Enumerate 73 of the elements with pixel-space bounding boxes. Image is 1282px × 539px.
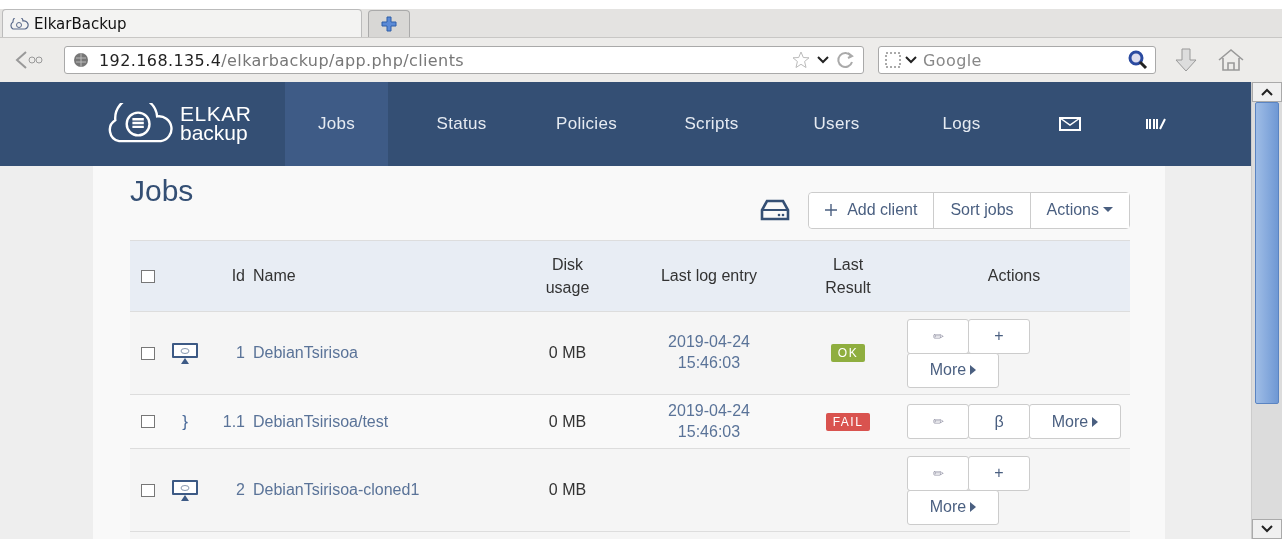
- column-header: Actions: [987, 267, 1041, 285]
- browser-tab[interactable]: ElkarBackup: [2, 9, 362, 37]
- checkbox[interactable]: [140, 269, 155, 283]
- monitor-icon: [171, 479, 199, 501]
- nav-tab[interactable]: Logs: [910, 82, 1013, 166]
- monitor-icon: [171, 342, 199, 364]
- action-button[interactable]: +: [968, 455, 1030, 491]
- id-cell: 1: [236, 344, 245, 362]
- checkbox[interactable]: [140, 346, 155, 360]
- scroll-down-button[interactable]: [1252, 519, 1282, 539]
- column-header: Name: [253, 267, 296, 285]
- caret-icon: [970, 365, 977, 375]
- search-icon[interactable]: [1128, 50, 1148, 70]
- nav-tab[interactable]: Scripts: [660, 82, 763, 166]
- new-tab-button[interactable]: [368, 10, 410, 37]
- caret-icon: [1092, 416, 1099, 427]
- nav-tab[interactable]: Users: [785, 82, 888, 166]
- client-name-link[interactable]: DebianTsirisoa-cloned1: [253, 481, 420, 499]
- status-badge: FAIL: [825, 412, 871, 431]
- toolbar-button[interactable]: Actions: [1029, 192, 1129, 228]
- action-button[interactable]: +: [968, 318, 1030, 354]
- bars-icon: [1145, 117, 1167, 131]
- disk-usage-cell: 0 MB: [548, 481, 587, 499]
- star-icon[interactable]: [791, 50, 811, 70]
- client-name-link[interactable]: DebianTsirisoa/test: [253, 412, 389, 431]
- status-badge: OK: [830, 344, 866, 362]
- dropdown-icon[interactable]: [905, 56, 917, 64]
- reload-icon[interactable]: [835, 50, 855, 70]
- column-header: Disk usage: [544, 254, 591, 298]
- disk-usage-cell: 0 MB: [548, 344, 587, 362]
- scrollbar[interactable]: [1251, 82, 1282, 539]
- page-title: Jobs: [130, 174, 194, 209]
- action-button[interactable]: More: [907, 489, 999, 525]
- globe-icon: [73, 52, 89, 68]
- drive-icon: [760, 199, 791, 221]
- id-cell: 1.1: [222, 412, 245, 431]
- address-field[interactable]: 192.168.135.4/elkarbackup/app.php/clients: [64, 46, 864, 74]
- column-header: Last Result: [824, 254, 872, 298]
- client-name-link[interactable]: DebianTsirisoa: [253, 344, 358, 362]
- back-icon[interactable]: [14, 50, 44, 70]
- plus-icon: [825, 204, 838, 216]
- logo-text: backup: [180, 124, 249, 143]
- plus-icon: [381, 16, 397, 32]
- checkbox[interactable]: [140, 483, 155, 497]
- id-cell: 2: [236, 481, 245, 499]
- log-date: 2019-04-24: [668, 400, 750, 421]
- column-header: Id: [231, 267, 245, 285]
- caret-icon: [970, 502, 977, 512]
- selection-icon: [885, 52, 901, 68]
- disk-usage-cell: 0 MB: [548, 412, 587, 431]
- chevron-up-icon: [1261, 88, 1273, 96]
- nav-tab[interactable]: Status: [410, 82, 513, 166]
- action-button[interactable]: β: [968, 404, 1030, 439]
- nav-tab[interactable]: Jobs: [285, 82, 388, 166]
- caret-icon: [1103, 207, 1113, 213]
- column-header: Last log entry: [660, 267, 758, 285]
- cloud-icon: [9, 17, 29, 30]
- search-field[interactable]: Google: [878, 46, 1156, 74]
- chevron-down-icon: [1261, 525, 1273, 533]
- home-icon[interactable]: [1216, 47, 1246, 73]
- action-button[interactable]: More: [1029, 404, 1121, 439]
- scroll-up-button[interactable]: [1252, 82, 1282, 102]
- checkbox[interactable]: [140, 415, 155, 428]
- log-time: 15:46:03: [677, 353, 741, 373]
- scroll-thumb[interactable]: [1255, 102, 1279, 404]
- job-marker: }: [182, 411, 188, 432]
- log-time: 15:46:03: [677, 421, 741, 442]
- log-date: 2019-04-24: [668, 332, 750, 353]
- dropdown-icon[interactable]: [817, 56, 829, 64]
- action-button[interactable]: More: [907, 352, 999, 388]
- envelope-icon: [1059, 117, 1081, 131]
- logo-text: ELKAR: [180, 105, 252, 124]
- nav-tab[interactable]: Policies: [535, 82, 638, 166]
